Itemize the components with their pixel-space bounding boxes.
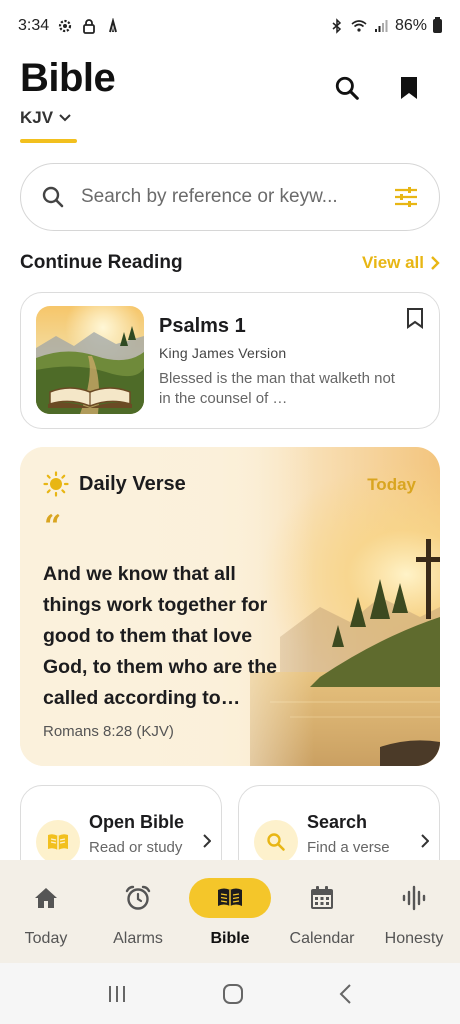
chevron-right-icon	[203, 834, 211, 848]
back-icon[interactable]	[338, 983, 354, 1005]
continue-reading-header: Continue Reading View all	[20, 252, 440, 274]
lock-icon	[83, 19, 96, 34]
nav-calendar-icon-wrap	[281, 878, 363, 918]
continue-reading-title: Continue Reading	[20, 252, 183, 273]
translation-selector[interactable]: KJV	[20, 108, 71, 128]
bluetooth-icon	[332, 18, 342, 34]
nav-item-alarms[interactable]: Alarms	[95, 878, 181, 948]
reading-excerpt: Blessed is the man that walketh not in t…	[159, 370, 395, 407]
chevron-right-icon	[431, 256, 440, 270]
quote-mark-icon: “	[44, 509, 62, 544]
status-left: 3:34	[18, 17, 121, 35]
nav-bible-icon-wrap	[189, 878, 271, 918]
view-all-link[interactable]: View all	[362, 253, 440, 273]
daily-verse-text: And we know that all things work togethe…	[43, 563, 278, 709]
home-icon	[35, 888, 57, 908]
status-time: 3:34	[18, 17, 50, 34]
nav-honesty-icon-wrap	[373, 878, 455, 918]
nav-item-honesty[interactable]: Honesty	[371, 878, 457, 948]
book-open-icon	[48, 834, 68, 850]
filter-sliders-icon[interactable]	[393, 185, 419, 209]
nav-label-today: Today	[24, 930, 68, 947]
signal-icon	[374, 20, 388, 32]
book-icon	[218, 888, 242, 906]
system-navigation-bar	[0, 963, 460, 1024]
bookmarks-button[interactable]	[389, 68, 429, 108]
page-title: Bible	[20, 56, 116, 100]
home-button-icon[interactable]	[221, 982, 245, 1006]
translation-underline	[20, 139, 77, 143]
daily-verse-header: Daily Verse	[43, 471, 186, 497]
nav-label-calendar: Calendar	[289, 930, 355, 947]
search-button[interactable]	[327, 68, 367, 108]
reading-title: Psalms 1	[159, 315, 246, 337]
psalms-thumbnail-image	[36, 306, 144, 414]
nav-item-calendar[interactable]: Calendar	[279, 878, 365, 948]
battery-percent: 86%	[394, 17, 427, 34]
battery-icon	[433, 17, 442, 33]
status-right: 86%	[329, 17, 442, 35]
bottom-navigation: Today Alarms Bible Calendar Honesty	[0, 860, 460, 963]
search-input[interactable]	[81, 186, 393, 208]
nav-label-alarms: Alarms	[113, 930, 163, 947]
continue-reading-card[interactable]: Psalms 1 King James Version Blessed is t…	[20, 292, 440, 429]
search-card-title: Search	[307, 812, 368, 832]
nav-today-icon-wrap	[5, 878, 87, 918]
bookmark-filled-icon	[401, 77, 417, 99]
nav-label-bible: Bible	[210, 930, 250, 947]
bookmark-outline-icon[interactable]	[405, 307, 425, 329]
search-card-icon-wrap	[254, 820, 298, 864]
search-bar[interactable]	[20, 163, 440, 231]
header: Bible KJV	[0, 52, 460, 152]
search-icon	[42, 186, 64, 208]
alarm-clock-icon	[125, 885, 151, 910]
app-notification-icon	[109, 18, 118, 33]
recent-apps-icon[interactable]	[106, 983, 128, 1005]
daily-verse-label: Daily Verse	[79, 472, 186, 495]
nav-label-honesty: Honesty	[384, 930, 444, 947]
search-icon	[267, 833, 285, 851]
translation-label: KJV	[20, 108, 54, 127]
nav-item-today[interactable]: Today	[3, 878, 89, 948]
nav-item-bible[interactable]: Bible	[187, 878, 273, 948]
nav-alarms-icon-wrap	[97, 878, 179, 918]
search-icon	[335, 76, 359, 100]
open-bible-title: Open Bible	[89, 812, 185, 832]
waveform-icon	[402, 885, 426, 911]
daily-verse-reference: Romans 8:28 (KJV)	[43, 723, 174, 740]
sun-icon	[43, 471, 69, 497]
calendar-icon	[311, 886, 333, 909]
chevron-right-icon	[421, 834, 429, 848]
open-bible-icon-wrap	[36, 820, 80, 864]
view-all-label: View all	[361, 253, 424, 272]
daily-verse-card[interactable]: Daily Verse Today “ And we know that all…	[20, 447, 440, 766]
reading-version: King James Version	[159, 345, 287, 361]
settings-gear-icon	[59, 19, 72, 33]
status-bar: 3:34 86%	[0, 0, 460, 52]
daily-verse-today: Today	[367, 475, 416, 494]
wifi-icon	[351, 20, 367, 32]
chevron-down-icon	[59, 114, 71, 122]
